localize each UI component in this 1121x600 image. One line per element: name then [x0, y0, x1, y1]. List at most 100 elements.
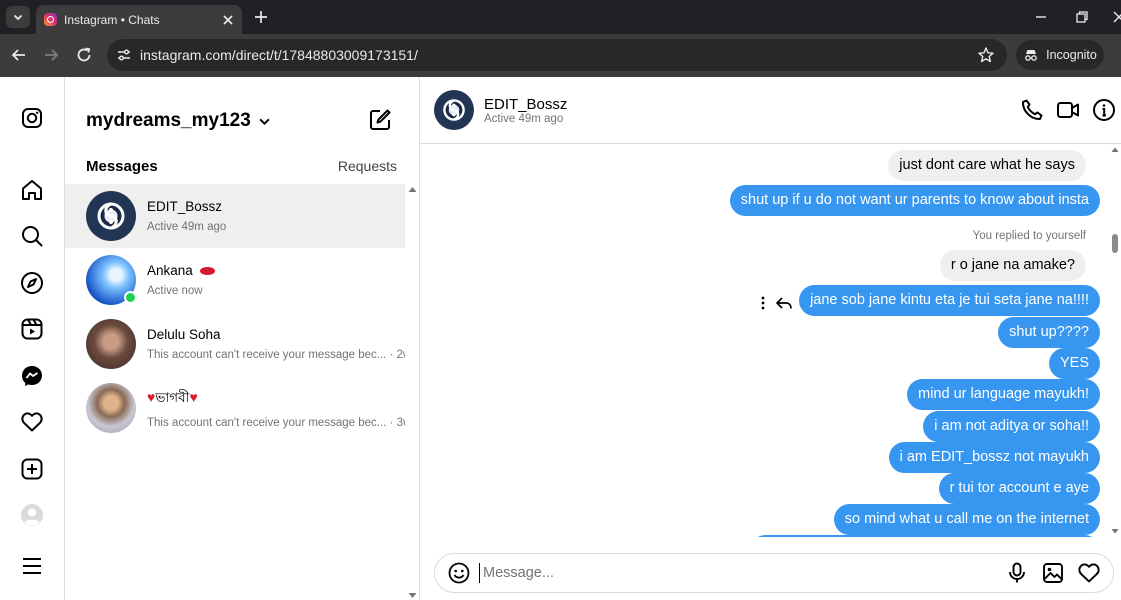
requests-link[interactable]: Requests	[338, 158, 397, 174]
message-bubble-outgoing[interactable]: jane sob jane kintu eta je tui seta jane…	[799, 285, 1100, 316]
reply-icon[interactable]	[775, 295, 793, 311]
create-icon[interactable]	[20, 457, 44, 481]
thread-status: Active 49m ago	[147, 221, 227, 233]
message-bubble-outgoing[interactable]: r tui tor account e aye	[938, 473, 1100, 504]
minimize-icon[interactable]	[1032, 8, 1050, 26]
reload-icon[interactable]	[74, 45, 94, 65]
yin-yang-logo-icon	[97, 202, 125, 230]
microphone-icon[interactable]	[1005, 561, 1029, 585]
thread-delulu-soha[interactable]: Delulu Soha This account can't receive y…	[65, 312, 405, 376]
thread-name-row: ♥ভাগবী♥	[147, 387, 405, 410]
browser-chrome: Instagram • Chats instagram.com/direct/t…	[0, 0, 1121, 77]
new-message-icon[interactable]	[368, 108, 392, 132]
thread-name: Ankana	[147, 263, 193, 278]
tab-search-button[interactable]	[6, 6, 30, 28]
address-bar[interactable]: instagram.com/direct/t/17848803009173151…	[107, 39, 1007, 71]
thread-list: EDIT_Bossz Active 49m ago Ankana Active …	[65, 184, 405, 440]
message-bubble-outgoing[interactable]: so mind what u call me on the internet	[833, 504, 1100, 535]
message-composer	[434, 553, 1114, 593]
browser-toolbar: instagram.com/direct/t/17848803009173151…	[0, 34, 1121, 77]
reels-icon[interactable]	[20, 317, 44, 341]
message-bubble-incoming[interactable]: r o jane na amake?	[939, 250, 1086, 281]
thread-status: Active now	[147, 285, 203, 297]
message-bubble-outgoing[interactable]: shut up if u do not want ur parents to k…	[729, 185, 1100, 216]
thread-preview: This account can't receive your message …	[147, 417, 387, 429]
avatar[interactable]	[434, 90, 474, 130]
tab-strip: Instagram • Chats	[0, 0, 1121, 34]
messages-heading: Messages	[86, 158, 158, 175]
avatar	[86, 255, 137, 305]
tab-title: Instagram • Chats	[64, 12, 160, 27]
thread-name: EDIT_Bossz	[147, 199, 223, 214]
avatar	[86, 319, 136, 369]
instagram-logo-icon[interactable]	[20, 106, 44, 130]
message-bubble-incoming[interactable]: just dont care what he says	[888, 150, 1086, 181]
conversation-status: Active 49m ago	[484, 113, 564, 125]
emoji-picker-icon[interactable]	[447, 561, 471, 585]
yin-yang-logo-icon	[443, 99, 465, 121]
close-icon[interactable]	[220, 12, 236, 28]
thread-name: Delulu Soha	[147, 327, 221, 342]
instagram-favicon-icon	[44, 13, 57, 26]
info-icon[interactable]	[1092, 98, 1116, 122]
avatar	[86, 191, 136, 241]
message-bubble-outgoing[interactable]: i am not aditya or soha!!	[923, 411, 1100, 442]
incognito-icon	[1025, 50, 1037, 61]
thread-preview-row: This account can't receive your message …	[147, 417, 405, 429]
conversation-title[interactable]: EDIT_Bossz	[484, 96, 567, 113]
account-switcher[interactable]: mydreams_my123	[86, 110, 271, 132]
explore-icon[interactable]	[20, 271, 44, 295]
instagram-app: mydreams_my123 Messages Requests EDIT_Bo…	[0, 77, 1121, 600]
message-bubble-outgoing[interactable]: shut up????	[998, 317, 1100, 348]
restore-icon[interactable]	[1073, 8, 1091, 26]
message-bubble-outgoing[interactable]: mind ur language mayukh!	[907, 379, 1100, 410]
search-icon[interactable]	[20, 224, 44, 248]
incognito-label: Incognito	[1046, 48, 1097, 62]
account-username: mydreams_my123	[86, 110, 251, 131]
thread-preview: This account can't receive your message …	[147, 349, 387, 361]
menu-icon[interactable]	[20, 554, 44, 578]
message-list-scrollbar[interactable]	[1109, 144, 1121, 537]
heart-like-icon[interactable]	[1077, 561, 1101, 585]
profile-icon[interactable]	[20, 503, 44, 527]
thread-time: · 3w	[389, 417, 405, 429]
heart-emoji-icon: ♥	[189, 389, 198, 405]
thread-bhagabi[interactable]: ♥ভাগবী♥ This account can't receive your …	[65, 376, 405, 440]
home-icon[interactable]	[20, 178, 44, 202]
more-options-icon[interactable]	[757, 295, 769, 311]
message-bubble-outgoing-partial[interactable]	[750, 535, 1100, 537]
conversation-header: EDIT_Bossz Active 49m ago	[420, 77, 1121, 144]
chevron-down-icon	[13, 14, 23, 21]
reply-context-note: You replied to yourself	[972, 230, 1086, 242]
online-indicator	[124, 291, 137, 304]
thread-time: · 2w	[389, 349, 405, 361]
new-tab-icon[interactable]	[252, 8, 270, 26]
phone-call-icon[interactable]	[1020, 98, 1044, 122]
incognito-badge[interactable]: Incognito	[1016, 40, 1104, 70]
nav-rail	[0, 77, 65, 600]
message-input[interactable]	[479, 563, 1005, 583]
url-text[interactable]: instagram.com/direct/t/17848803009173151…	[140, 47, 977, 63]
thread-preview-row: This account can't receive your message …	[147, 349, 405, 361]
inbox-panel: mydreams_my123 Messages Requests EDIT_Bo…	[65, 77, 420, 600]
video-call-icon[interactable]	[1056, 98, 1080, 122]
site-info-icon[interactable]	[116, 47, 132, 63]
messenger-icon[interactable]	[20, 364, 44, 388]
thread-edit-bossz[interactable]: EDIT_Bossz Active 49m ago	[65, 184, 405, 248]
message-list: just dont care what he says shut up if u…	[420, 144, 1121, 537]
thread-list-scrollbar[interactable]	[405, 184, 420, 600]
bookmark-star-icon[interactable]	[977, 46, 995, 64]
heart-icon[interactable]	[20, 410, 44, 434]
message-bubble-outgoing[interactable]: i am EDIT_bossz not mayukh	[888, 442, 1100, 473]
back-arrow-icon[interactable]	[9, 45, 29, 65]
image-upload-icon[interactable]	[1041, 561, 1065, 585]
avatar	[86, 383, 136, 433]
lips-emoji-icon	[199, 267, 215, 276]
conversation-panel: EDIT_Bossz Active 49m ago just dont care…	[420, 77, 1121, 600]
thread-name-row: Ankana	[147, 263, 215, 278]
window-close-icon[interactable]	[1110, 8, 1121, 26]
thread-ankana[interactable]: Ankana Active now	[65, 248, 405, 312]
browser-tab-active[interactable]: Instagram • Chats	[36, 5, 242, 34]
message-bubble-outgoing[interactable]: YES	[1048, 348, 1100, 379]
forward-arrow-icon[interactable]	[41, 45, 61, 65]
